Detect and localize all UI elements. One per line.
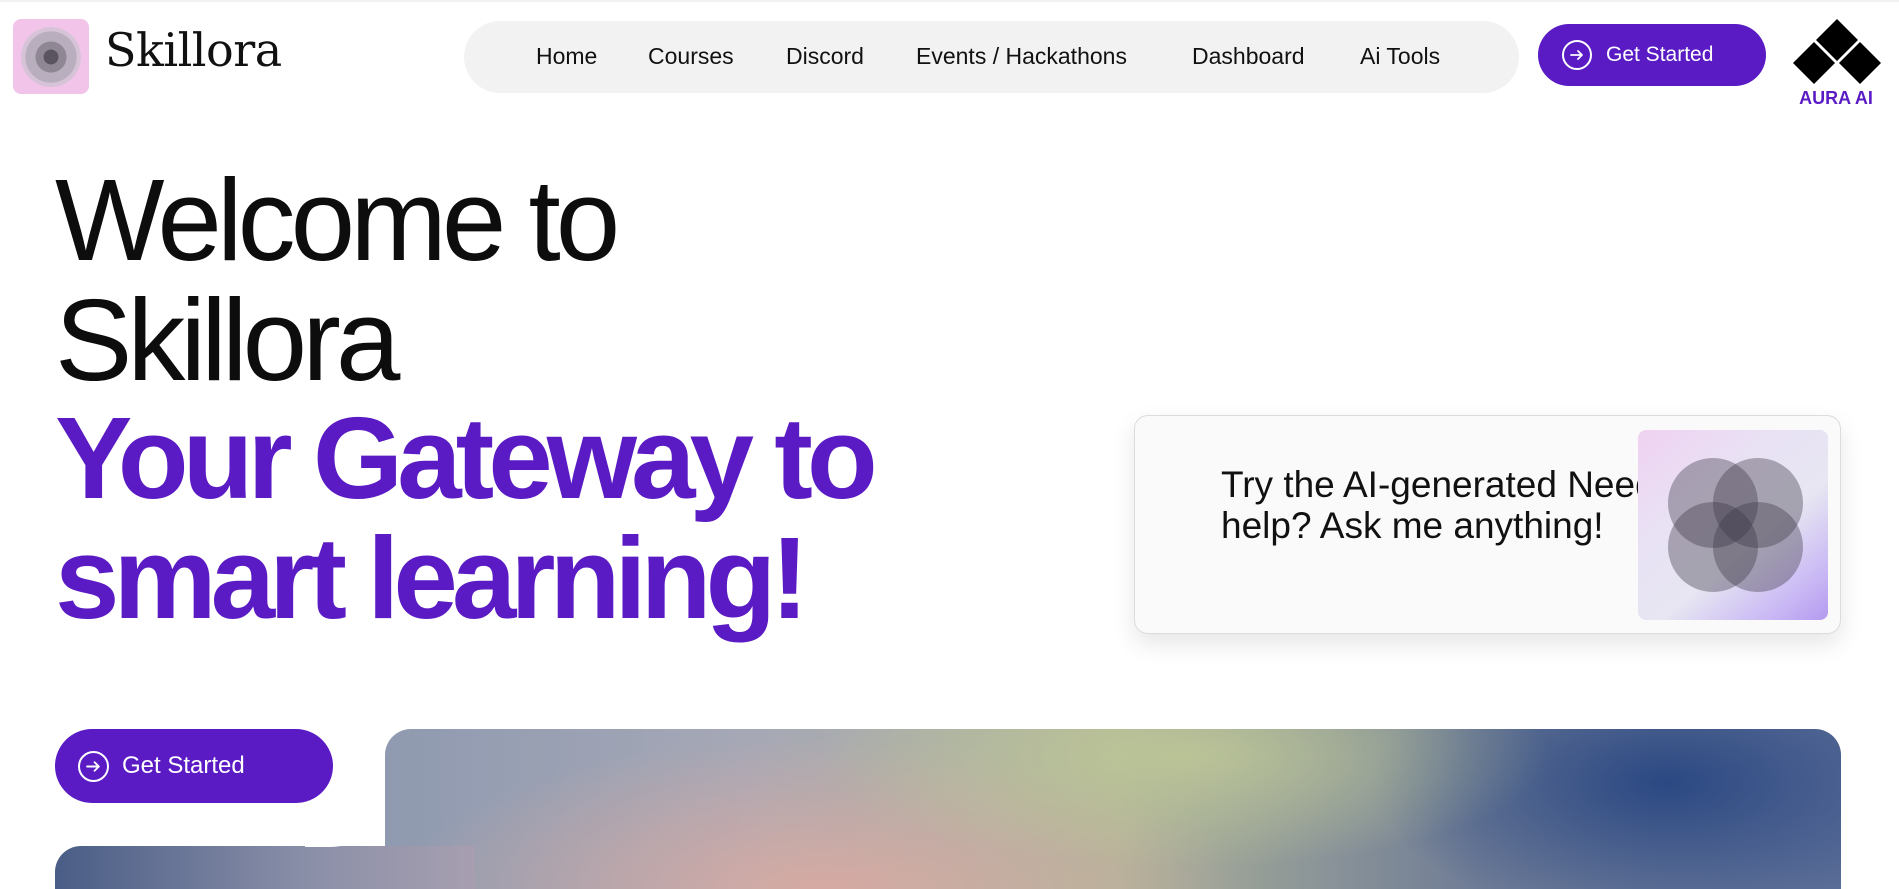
- aura-ai-label: AURA AI: [1799, 88, 1873, 108]
- logo-icon[interactable]: [13, 19, 89, 94]
- nav-item-dashboard[interactable]: Dashboard: [1192, 45, 1305, 68]
- arrow-right-circle-icon: [1562, 40, 1592, 70]
- hero-subtitle-line-1: Your Gateway to: [55, 393, 878, 523]
- nav-item-home[interactable]: Home: [536, 45, 597, 68]
- hero-title-line-2: Skillora: [55, 275, 400, 405]
- nav-item-courses[interactable]: Courses: [648, 45, 734, 68]
- hero-title-line-1: Welcome to: [55, 155, 620, 285]
- aura-ai-button[interactable]: AURA AI: [1790, 19, 1882, 111]
- arrow-right-circle-icon: [78, 751, 109, 782]
- hero-media-gradient-lower: [55, 846, 475, 889]
- ai-card-text: Try the AI-generated Need help? Ask me a…: [1221, 464, 1656, 546]
- overlapping-circles-icon: [1638, 430, 1828, 620]
- nav-item-ai-tools[interactable]: Ai Tools: [1360, 45, 1440, 68]
- main-nav: Home Courses Discord Events / Hackathons…: [464, 21, 1519, 93]
- brand-name[interactable]: Skillora: [105, 27, 282, 73]
- ai-assistant-card[interactable]: Try the AI-generated Need help? Ask me a…: [1134, 415, 1841, 634]
- get-started-label: Get Started: [122, 752, 245, 779]
- get-started-label: Get Started: [1606, 43, 1714, 66]
- nav-item-discord[interactable]: Discord: [786, 45, 864, 68]
- get-started-button-header[interactable]: Get Started: [1538, 24, 1766, 86]
- logo-concentric-circles-icon: [21, 27, 81, 87]
- top-divider: [0, 0, 1899, 2]
- get-started-button-hero[interactable]: Get Started: [55, 729, 333, 803]
- hero-subtitle-line-2: smart learning!: [55, 513, 809, 643]
- diamonds-icon: [1793, 19, 1881, 84]
- hero-media-gradient: [385, 729, 1841, 889]
- nav-item-events-hackathons[interactable]: Events / Hackathons: [916, 45, 1127, 68]
